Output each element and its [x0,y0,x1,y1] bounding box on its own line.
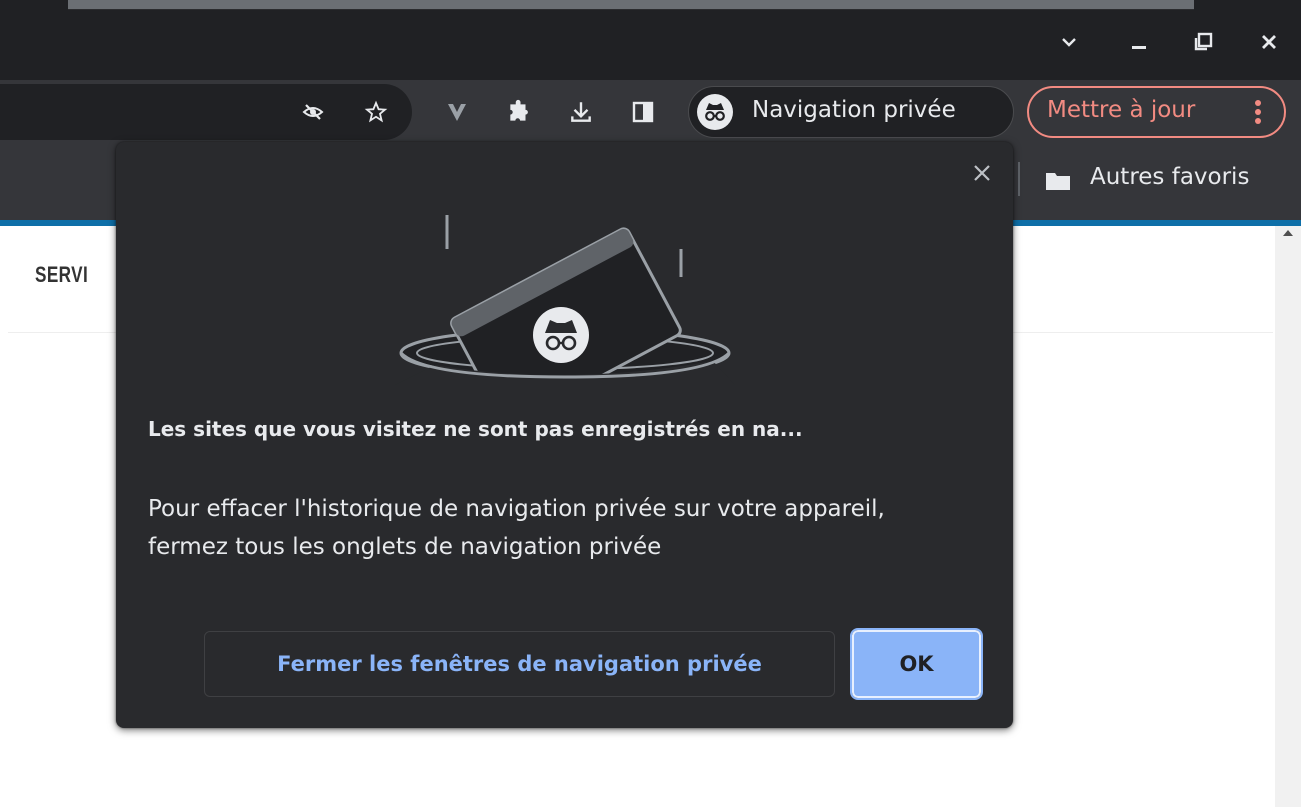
puzzle-icon[interactable] [503,96,535,128]
restore-icon[interactable] [1185,24,1221,60]
incognito-label: Navigation privée [752,97,956,123]
popup-close-icon[interactable] [964,155,1000,191]
download-icon[interactable] [565,96,597,128]
incognito-illustration [395,205,735,427]
scroll-up-arrow-icon[interactable] [1276,224,1300,242]
minimize-icon[interactable] [1121,24,1157,60]
kebab-menu-icon[interactable] [1246,96,1270,128]
side-panel-icon[interactable] [627,96,659,128]
ok-button[interactable]: OK [850,628,983,700]
address-bar[interactable] [0,84,412,140]
title-bar [0,0,1301,80]
other-bookmarks-label[interactable]: Autres favoris [1090,164,1249,190]
incognito-icon [697,94,733,130]
eye-off-icon[interactable] [297,96,329,128]
vivaldi-extension-icon[interactable] [441,96,473,128]
popup-body-text: Pour effacer l'historique de navigation … [148,496,885,560]
popup-title: Les sites que vous visitez ne sont pas e… [148,417,803,441]
update-label: Mettre à jour [1047,97,1196,123]
star-icon[interactable] [360,96,392,128]
close-incognito-windows-button[interactable]: Fermer les fenêtres de navigation privée [204,631,835,697]
folder-icon[interactable] [1044,170,1072,192]
nav-item-services[interactable]: SERVI [35,262,88,288]
bookmarks-separator [1018,162,1020,196]
close-icon[interactable] [1251,24,1287,60]
scrollbar[interactable] [1275,226,1301,807]
chevron-down-icon[interactable] [1051,24,1087,60]
tab-strip-edge [68,0,1194,10]
